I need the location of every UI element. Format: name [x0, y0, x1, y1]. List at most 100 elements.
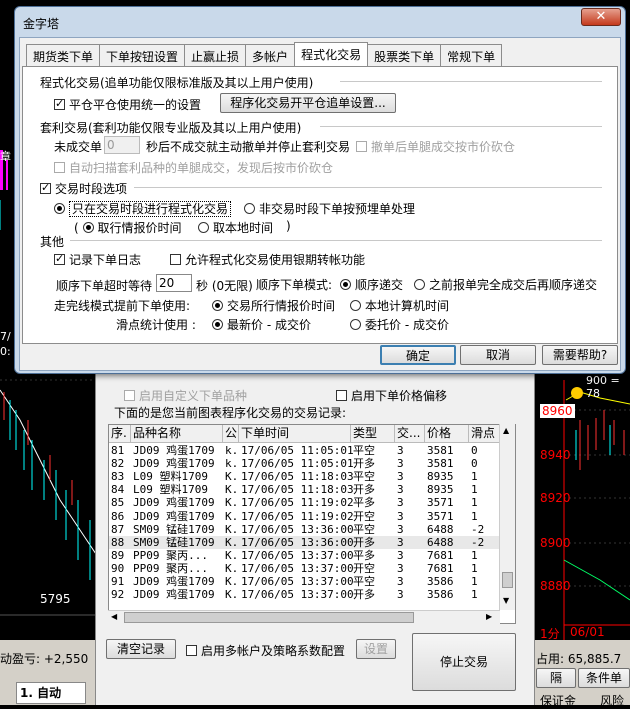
table-row[interactable]: 88 SM09 锰硅1709 K. 17/06/05 13:36:00 开多 3 6488 -… [109, 535, 501, 549]
timeout-seconds-input[interactable]: 20 [156, 274, 192, 292]
only-session-label: 只在交易时段进行程式化交易 [69, 201, 232, 217]
column-header[interactable]: 品种名称 [131, 425, 223, 443]
tab-3[interactable]: 多帐户 [245, 44, 296, 66]
trade-records-table[interactable]: 序. 品种名称 公 下单时间 类型 交... 价格 滑点 81 JD09 鸡蛋17… [108, 424, 516, 624]
table-row[interactable]: 86 JD09 鸡蛋1709 K. 17/06/05 11:19:02 开空 3 3571 1 [109, 510, 501, 523]
tab-4[interactable]: 程式化交易 [294, 42, 369, 66]
exchange-time-radio[interactable] [212, 300, 223, 311]
table-row[interactable]: 82 JD09 鸡蛋1709 k. 17/06/05 11:05:01 开多 3 3581 0 [109, 457, 501, 470]
cancel-button[interactable]: 取消 [460, 345, 536, 365]
order-log-checkbox[interactable] [54, 252, 65, 265]
column-header[interactable]: 公 [223, 425, 239, 443]
exchange-time-option[interactable]: 交易所行情报价时间 [212, 297, 335, 314]
left-edge-label: 7/ [0, 330, 11, 343]
after-fill-option[interactable]: 之前报单完全成交后再顺序递交 [414, 276, 597, 293]
only-session-option[interactable]: 只在交易时段进行程式化交易 [54, 200, 232, 217]
column-header[interactable]: 类型 [351, 425, 395, 443]
local-computer-time-radio[interactable] [350, 300, 361, 311]
horizontal-scrollbar[interactable]: ◀ ▶ [108, 610, 500, 624]
price-offset-checkbox[interactable] [336, 390, 347, 401]
sequential-option[interactable]: 顺序递交 [340, 276, 403, 293]
table-row[interactable]: 85 JD09 鸡蛋1709 K. 17/06/05 11:19:02 平多 3 3571 1 [109, 496, 501, 509]
last-price-option[interactable]: 最新价 - 成交价 [212, 316, 311, 333]
local-time-radio[interactable] [198, 222, 209, 233]
dialog-titlebar[interactable]: 金字塔 ✕ [15, 7, 625, 37]
table-row[interactable]: 84 L09 塑料1709 K. 17/06/05 11:18:03 开多 3 8935 1 [109, 483, 501, 496]
table-cell: 3581 [427, 457, 454, 471]
stop-trading-button[interactable]: 停止交易 [412, 633, 516, 691]
table-row[interactable]: 87 SM09 锰硅1709 K. 17/06/05 13:36:00 平空 3 6488 -… [109, 523, 501, 536]
scroll-up-icon[interactable]: ▲ [503, 426, 509, 435]
tab-2[interactable]: 止赢止损 [184, 44, 247, 66]
tab-6[interactable]: 常规下单 [440, 44, 503, 66]
cancel-leg-option[interactable]: 撤单后单腿成交按市价砍仓 [356, 138, 515, 155]
auto-mode-select[interactable]: 1. 自动 [16, 682, 86, 704]
order-log-option[interactable]: 记录下单日志 [54, 251, 141, 268]
close-button[interactable]: ✕ [581, 8, 621, 26]
table-cell: 平空 [353, 444, 375, 457]
column-header[interactable]: 价格 [425, 425, 469, 443]
scroll-thumb[interactable] [124, 612, 414, 623]
scroll-right-icon[interactable]: ▶ [486, 612, 492, 621]
custom-symbol-checkbox[interactable] [124, 390, 135, 401]
bank-transfer-option[interactable]: 允许程式化交易使用银期转帐功能 [170, 251, 365, 268]
after-fill-radio[interactable] [414, 279, 425, 290]
bank-transfer-checkbox[interactable] [170, 254, 181, 265]
scroll-thumb[interactable] [502, 572, 513, 588]
table-row[interactable]: 89 PP09 聚丙... K. 17/06/05 13:37:00 平多 3 7681 1 [109, 549, 501, 562]
ok-button[interactable]: 确定 [380, 345, 456, 365]
multi-account-option[interactable]: 启用多帐户及策略系数配置 [186, 642, 345, 659]
custom-symbol-option[interactable]: 启用自定义下单品种 [124, 387, 247, 404]
table-row[interactable]: 92 JD09 鸡蛋1709 K. 17/06/05 13:37:00 开多 3 3586 1 [109, 588, 501, 601]
local-time-option[interactable]: 取本地时间 [198, 219, 273, 236]
table-row[interactable]: 81 JD09 鸡蛋1709 k. 17/06/05 11:05:01 平空 3 3581 0 [109, 444, 501, 457]
settings-button[interactable]: 设置 [356, 639, 396, 659]
order-price-radio[interactable] [350, 319, 361, 330]
multi-account-checkbox[interactable] [186, 645, 197, 656]
unified-close-checkbox[interactable] [54, 97, 65, 110]
table-cell: SM09 锰硅1709 [133, 522, 215, 536]
risk-tab[interactable]: 风险 [600, 692, 624, 709]
session-option[interactable]: 交易时段选项 [40, 180, 127, 197]
open-close-chase-button[interactable]: 程序化交易开平仓追单设置... [220, 93, 396, 113]
condition-order-button[interactable]: 条件单 [578, 668, 630, 688]
column-header[interactable]: 交... [395, 425, 425, 443]
quote-time-radio[interactable] [82, 222, 94, 233]
column-header[interactable]: 下单时间 [239, 425, 351, 443]
table-cell: 3 [397, 470, 404, 484]
table-cell: 3571 [427, 496, 454, 510]
scroll-down-icon[interactable]: ▼ [503, 596, 509, 605]
price-offset-option[interactable]: 启用下单价格偏移 [336, 387, 447, 404]
cancel-leg-checkbox[interactable] [356, 141, 367, 152]
tab-5[interactable]: 股票类下单 [367, 44, 442, 66]
column-header[interactable]: 滑点 [469, 425, 501, 443]
table-cell: K. [225, 588, 239, 602]
session-checkbox[interactable] [40, 181, 51, 194]
table-cell: 3 [397, 522, 404, 536]
table-cell: 91 [111, 575, 125, 588]
table-row[interactable]: 90 PP09 聚丙... K. 17/06/05 13:37:00 开空 3 7681 1 [109, 562, 501, 575]
clear-records-button[interactable]: 清空记录 [106, 639, 176, 659]
order-price-option[interactable]: 委托价 - 成交价 [350, 316, 449, 333]
only-session-radio[interactable] [54, 203, 65, 214]
unfilled-seconds-input[interactable]: 0 [104, 136, 140, 154]
table-row[interactable]: 91 JD09 鸡蛋1709 K. 17/06/05 13:37:00 平空 3 3586 1 [109, 575, 501, 588]
tab-1[interactable]: 下单按钮设置 [99, 44, 186, 66]
local-computer-time-option[interactable]: 本地计算机时间 [350, 297, 449, 314]
auto-scan-checkbox[interactable] [54, 162, 65, 173]
local-time-label: 取本地时间 [213, 221, 274, 235]
unified-close-option[interactable]: 平仓平仓使用统一的设置 [54, 96, 201, 113]
vertical-scrollbar[interactable]: ▲ ▼ [499, 424, 515, 610]
margin-tab[interactable]: 隔 [536, 668, 576, 688]
table-row[interactable]: 83 L09 塑料1709 K. 17/06/05 11:18:03 平空 3 8935 1 [109, 470, 501, 483]
auto-scan-option[interactable]: 自动扫描套利品种的单腿成交，发现后按市价砍仓 [54, 159, 333, 176]
tab-0[interactable]: 期货类下单 [26, 44, 101, 66]
last-price-radio[interactable] [212, 319, 223, 330]
non-session-radio[interactable] [244, 203, 255, 214]
help-button[interactable]: 需要帮助? [542, 345, 618, 365]
scroll-left-icon[interactable]: ◀ [111, 612, 117, 621]
sequential-radio[interactable] [340, 279, 351, 290]
deposit-tab[interactable]: 保证金 [540, 692, 576, 709]
non-session-option[interactable]: 非交易时段下单按预埋单处理 [244, 200, 415, 217]
column-header[interactable]: 序. [109, 425, 131, 443]
